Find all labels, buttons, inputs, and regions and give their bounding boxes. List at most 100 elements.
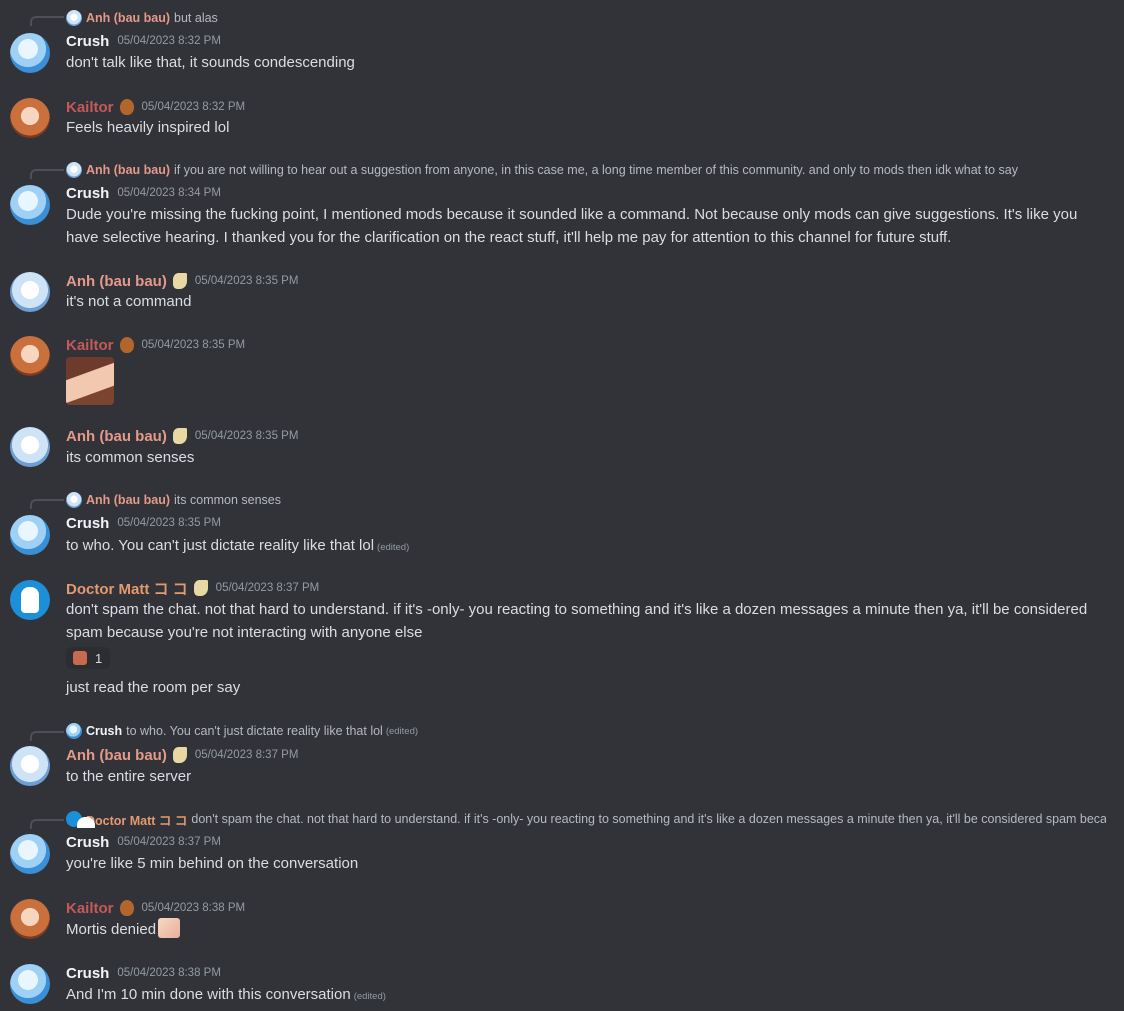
reply-preview[interactable]: Anh (bau bau) its common senses (66, 491, 1106, 509)
message-content: Mortis denied (66, 918, 1106, 942)
timestamp[interactable]: 05/04/2023 8:32 PM (142, 101, 246, 113)
wave-icon (172, 428, 187, 444)
author-name[interactable]: Doctor Matt コ コ (66, 578, 188, 599)
reaction-button[interactable]: 1 (66, 647, 110, 669)
message-content: to the entire server (66, 768, 192, 785)
timestamp[interactable]: 05/04/2023 8:35 PM (195, 275, 299, 287)
author-name[interactable]: Anh (bau bau) (66, 273, 167, 290)
reply-text: to who. You can't just dictate reality l… (126, 724, 383, 738)
message: Anh (bau bau) its common senses Crush 05… (0, 485, 1124, 570)
reply-author[interactable]: Anh (bau bau) (86, 163, 170, 177)
avatar (66, 10, 82, 26)
reply-text: don't spam the chat. not that hard to un… (191, 812, 1106, 826)
reply-preview[interactable]: Anh (bau bau) if you are not willing to … (66, 161, 1106, 179)
message: Anh (bau bau) but alas Crush 05/04/2023 … (0, 0, 1124, 85)
message: Kailtor 05/04/2023 8:32 PM Feels heavily… (0, 85, 1124, 155)
timestamp[interactable]: 05/04/2023 8:37 PM (117, 836, 221, 848)
author-name[interactable]: Anh (bau bau) (66, 747, 167, 764)
reply-preview[interactable]: Anh (bau bau) but alas (66, 9, 1106, 27)
avatar[interactable] (10, 964, 50, 1004)
reply-connector (30, 731, 64, 741)
author-name[interactable]: Anh (bau bau) (66, 428, 167, 445)
wave-icon (172, 747, 187, 763)
message: Anh (bau bau) 05/04/2023 8:35 PM it's no… (0, 265, 1124, 335)
timestamp[interactable]: 05/04/2023 8:35 PM (142, 339, 246, 351)
wave-icon (172, 273, 187, 289)
edited-label: (edited) (377, 542, 410, 553)
message: Anh (bau bau) 05/04/2023 8:35 PM its com… (0, 420, 1124, 490)
custom-emoji-icon[interactable] (158, 918, 181, 938)
message-content: don't talk like that, it sounds condesce… (66, 54, 355, 71)
reply-author[interactable]: Crush (86, 724, 122, 738)
message-content: its common senses (66, 449, 195, 466)
message-content: Dude you're missing the fucking point, I… (66, 206, 1078, 246)
reply-author[interactable]: Anh (bau bau) (86, 11, 170, 25)
avatar[interactable] (10, 33, 50, 73)
reply-preview[interactable]: Doctor Matt コ コ don't spam the chat. not… (66, 810, 1106, 828)
edited-label: (edited) (353, 991, 386, 1002)
sticker-image[interactable] (66, 357, 114, 405)
potato-icon (119, 900, 134, 916)
avatar[interactable] (10, 98, 50, 138)
author-name[interactable]: Kailtor (66, 900, 114, 917)
potato-icon (119, 337, 134, 353)
reaction-emoji-icon (73, 651, 87, 665)
timestamp[interactable]: 05/04/2023 8:35 PM (195, 430, 299, 442)
author-name[interactable]: Crush (66, 185, 109, 202)
avatar[interactable] (10, 746, 50, 786)
reply-text: but alas (174, 11, 218, 25)
message-content: don't spam the chat. not that hard to un… (66, 601, 1088, 641)
author-name[interactable]: Kailtor (66, 337, 114, 354)
avatar (66, 162, 82, 178)
reply-preview[interactable]: Crush to who. You can't just dictate rea… (66, 722, 1106, 740)
potato-icon (119, 99, 134, 115)
timestamp[interactable]: 05/04/2023 8:37 PM (216, 582, 320, 594)
reply-text: its common senses (174, 493, 281, 507)
avatar[interactable] (10, 899, 50, 939)
message: Doctor Matt コ コ don't spam the chat. not… (0, 805, 1124, 895)
reply-connector (30, 16, 64, 26)
wave-icon (193, 580, 208, 596)
avatar (66, 492, 82, 508)
author-name[interactable]: Crush (66, 515, 109, 532)
author-name[interactable]: Crush (66, 834, 109, 851)
reply-connector (30, 499, 64, 509)
message-text: Mortis denied (66, 921, 157, 938)
reply-author[interactable]: Doctor Matt コ コ (86, 810, 187, 828)
message-content: to who. You can't just dictate reality l… (66, 535, 1106, 560)
author-name[interactable]: Crush (66, 965, 109, 982)
message-content: it's not a command (66, 293, 192, 310)
reaction-count: 1 (95, 650, 103, 666)
avatar[interactable] (10, 185, 50, 225)
message-content: Feels heavily inspired lol (66, 119, 230, 136)
avatar (66, 811, 82, 827)
avatar[interactable] (10, 580, 50, 620)
timestamp[interactable]: 05/04/2023 8:32 PM (117, 35, 221, 47)
timestamp[interactable]: 05/04/2023 8:38 PM (142, 902, 246, 914)
message-text: to who. You can't just dictate reality l… (66, 537, 375, 554)
reply-connector (30, 169, 64, 179)
message: Doctor Matt コ コ 05/04/2023 8:37 PM don't… (0, 570, 1124, 715)
message-content: just read the room per say (66, 679, 241, 696)
avatar[interactable] (10, 336, 50, 376)
timestamp[interactable]: 05/04/2023 8:34 PM (117, 187, 221, 199)
avatar[interactable] (10, 272, 50, 312)
message: Kailtor 05/04/2023 8:35 PM (0, 330, 1124, 420)
avatar[interactable] (10, 427, 50, 467)
reply-connector (30, 819, 64, 829)
avatar[interactable] (10, 515, 50, 555)
author-name[interactable]: Kailtor (66, 99, 114, 116)
timestamp[interactable]: 05/04/2023 8:35 PM (117, 517, 221, 529)
timestamp[interactable]: 05/04/2023 8:37 PM (195, 749, 299, 761)
message-content: you're like 5 min behind on the conversa… (66, 855, 359, 872)
message: Anh (bau bau) if you are not willing to … (0, 155, 1124, 265)
author-name[interactable]: Crush (66, 33, 109, 50)
message: Crush to who. You can't just dictate rea… (0, 715, 1124, 805)
reply-text: if you are not willing to hear out a sug… (174, 163, 1018, 177)
edited-label: (edited) (385, 725, 419, 737)
avatar[interactable] (10, 834, 50, 874)
message-text: And I'm 10 min done with this conversati… (66, 986, 351, 1003)
timestamp[interactable]: 05/04/2023 8:38 PM (117, 967, 221, 979)
message: Crush 05/04/2023 8:38 PM And I'm 10 min … (0, 960, 1124, 1011)
reply-author[interactable]: Anh (bau bau) (86, 493, 170, 507)
